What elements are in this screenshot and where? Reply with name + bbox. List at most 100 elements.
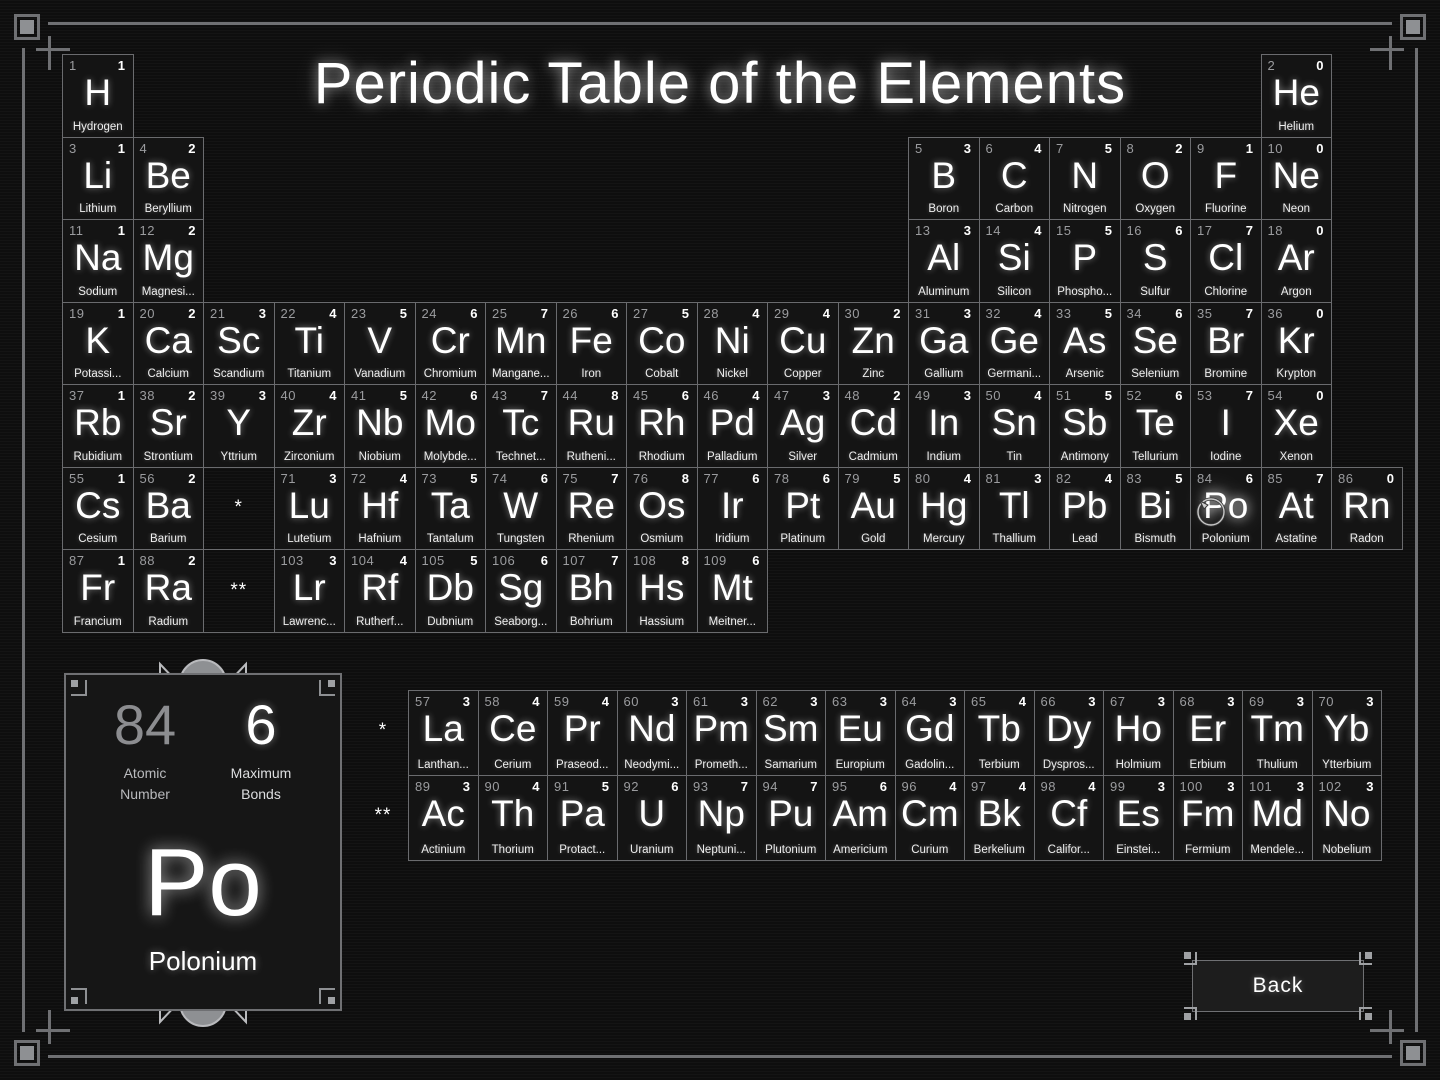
element-cell-la[interactable]: 57 3 La Lanthan... — [408, 690, 479, 776]
element-cell-th[interactable]: 90 4 Th Thorium — [477, 775, 548, 861]
element-cell-na[interactable]: 11 1 Na Sodium — [62, 219, 134, 303]
element-cell-te[interactable]: 52 6 Te Tellurium — [1119, 384, 1191, 468]
element-cell-rb[interactable]: 37 1 Rb Rubidium — [62, 384, 134, 468]
element-cell-k[interactable]: 19 1 K Potassi... — [62, 301, 134, 385]
element-cell-po[interactable]: 84 6 Po Polonium — [1190, 466, 1262, 550]
element-cell-ce[interactable]: 58 4 Ce Cerium — [477, 690, 548, 776]
element-cell-yb[interactable]: 70 3 Yb Ytterbium — [1311, 690, 1382, 776]
element-cell-er[interactable]: 68 3 Er Erbium — [1172, 690, 1243, 776]
element-cell-o[interactable]: 8 2 O Oxygen — [1119, 136, 1191, 220]
element-cell-ag[interactable]: 47 3 Ag Silver — [767, 384, 839, 468]
element-cell-s[interactable]: 16 6 S Sulfur — [1119, 219, 1191, 303]
element-cell-ho[interactable]: 67 3 Ho Holmium — [1103, 690, 1174, 776]
element-cell-dy[interactable]: 66 3 Dy Dyspros... — [1033, 690, 1104, 776]
element-cell-rn[interactable]: 86 0 Rn Radon — [1331, 466, 1403, 550]
element-cell-cs[interactable]: 55 1 Cs Cesium — [62, 466, 134, 550]
element-cell-rf[interactable]: 104 4 Rf Rutherf... — [344, 549, 416, 633]
element-cell-os[interactable]: 76 8 Os Osmium — [626, 466, 698, 550]
element-cell-no[interactable]: 102 3 No Nobelium — [1311, 775, 1382, 861]
element-cell-sn[interactable]: 50 4 Sn Tin — [978, 384, 1050, 468]
element-cell-pm[interactable]: 61 3 Pm Prometh... — [686, 690, 757, 776]
element-cell-pt[interactable]: 78 6 Pt Platinum — [767, 466, 839, 550]
element-cell-ne[interactable]: 10 0 Ne Neon — [1260, 136, 1332, 220]
element-cell-at[interactable]: 85 7 At Astatine — [1260, 466, 1332, 550]
element-cell-kr[interactable]: 36 0 Kr Krypton — [1260, 301, 1332, 385]
element-cell-cr[interactable]: 24 6 Cr Chromium — [414, 301, 486, 385]
element-cell-db[interactable]: 105 5 Db Dubnium — [414, 549, 486, 633]
element-cell-ru[interactable]: 44 8 Ru Rutheni... — [555, 384, 627, 468]
element-cell-bi[interactable]: 83 5 Bi Bismuth — [1119, 466, 1191, 550]
element-cell-br[interactable]: 35 7 Br Bromine — [1190, 301, 1262, 385]
element-cell-sr[interactable]: 38 2 Sr Strontium — [132, 384, 204, 468]
element-cell-pb[interactable]: 82 4 Pb Lead — [1049, 466, 1121, 550]
element-cell-bk[interactable]: 97 4 Bk Berkelium — [964, 775, 1035, 861]
element-cell-cm[interactable]: 96 4 Cm Curium — [894, 775, 965, 861]
element-cell-c[interactable]: 6 4 C Carbon — [978, 136, 1050, 220]
element-cell-w[interactable]: 74 6 W Tungsten — [485, 466, 557, 550]
element-cell-pr[interactable]: 59 4 Pr Praseod... — [547, 690, 618, 776]
element-cell-sm[interactable]: 62 3 Sm Samarium — [755, 690, 826, 776]
element-cell-ac[interactable]: 89 3 Ac Actinium — [408, 775, 479, 861]
element-cell-y[interactable]: 39 3 Y Yttrium — [203, 384, 275, 468]
element-cell-bh[interactable]: 107 7 Bh Bohrium — [555, 549, 627, 633]
element-cell-tb[interactable]: 65 4 Tb Terbium — [964, 690, 1035, 776]
element-cell-as[interactable]: 33 5 As Arsenic — [1049, 301, 1121, 385]
element-cell-be[interactable]: 4 2 Be Beryllium — [132, 136, 204, 220]
element-cell-he[interactable]: 2 0 He Helium — [1260, 54, 1332, 138]
element-cell-nb[interactable]: 41 5 Nb Niobium — [344, 384, 416, 468]
element-cell-es[interactable]: 99 3 Es Einstei... — [1103, 775, 1174, 861]
element-cell-ti[interactable]: 22 4 Ti Titanium — [273, 301, 345, 385]
element-cell-sc[interactable]: 21 3 Sc Scandium — [203, 301, 275, 385]
element-cell-b[interactable]: 5 3 B Boron — [908, 136, 980, 220]
element-cell-ni[interactable]: 28 4 Ni Nickel — [696, 301, 768, 385]
element-cell-se[interactable]: 34 6 Se Selenium — [1119, 301, 1191, 385]
element-cell-cd[interactable]: 48 2 Cd Cadmium — [837, 384, 909, 468]
element-cell-ir[interactable]: 77 6 Ir Iridium — [696, 466, 768, 550]
element-cell-ra[interactable]: 88 2 Ra Radium — [132, 549, 204, 633]
element-cell-fr[interactable]: 87 1 Fr Francium — [62, 549, 134, 633]
element-cell-v[interactable]: 23 5 V Vanadium — [344, 301, 416, 385]
element-cell-cf[interactable]: 98 4 Cf Califor... — [1033, 775, 1104, 861]
element-cell-tc[interactable]: 43 7 Tc Technet... — [485, 384, 557, 468]
element-cell-lr[interactable]: 103 3 Lr Lawrenc... — [273, 549, 345, 633]
element-cell-hs[interactable]: 108 8 Hs Hassium — [626, 549, 698, 633]
element-cell-tm[interactable]: 69 3 Tm Thulium — [1242, 690, 1313, 776]
element-cell-am[interactable]: 95 6 Am Americium — [825, 775, 896, 861]
back-button[interactable]: Back — [1184, 952, 1372, 1020]
element-cell-au[interactable]: 79 5 Au Gold — [837, 466, 909, 550]
element-cell-tl[interactable]: 81 3 Tl Thallium — [978, 466, 1050, 550]
element-cell-ca[interactable]: 20 2 Ca Calcium — [132, 301, 204, 385]
element-cell-nd[interactable]: 60 3 Nd Neodymi... — [616, 690, 687, 776]
element-cell-gd[interactable]: 64 3 Gd Gadolin... — [894, 690, 965, 776]
element-cell-al[interactable]: 13 3 Al Aluminum — [908, 219, 980, 303]
element-cell-rh[interactable]: 45 6 Rh Rhodium — [626, 384, 698, 468]
element-cell-mo[interactable]: 42 6 Mo Molybde... — [414, 384, 486, 468]
element-cell-h[interactable]: 1 1 H Hydrogen — [62, 54, 134, 138]
element-cell-zr[interactable]: 40 4 Zr Zirconium — [273, 384, 345, 468]
element-cell-mt[interactable]: 109 6 Mt Meitner... — [696, 549, 768, 633]
element-cell-hg[interactable]: 80 4 Hg Mercury — [908, 466, 980, 550]
element-cell-si[interactable]: 14 4 Si Silicon — [978, 219, 1050, 303]
element-cell-sg[interactable]: 106 6 Sg Seaborg... — [485, 549, 557, 633]
element-cell-re[interactable]: 75 7 Re Rhenium — [555, 466, 627, 550]
element-cell-co[interactable]: 27 5 Co Cobalt — [626, 301, 698, 385]
element-cell-i[interactable]: 53 7 I Iodine — [1190, 384, 1262, 468]
element-cell-zn[interactable]: 30 2 Zn Zinc — [837, 301, 909, 385]
element-cell-pa[interactable]: 91 5 Pa Protact... — [547, 775, 618, 861]
element-cell-mg[interactable]: 12 2 Mg Magnesi... — [132, 219, 204, 303]
element-cell-u[interactable]: 92 6 U Uranium — [616, 775, 687, 861]
element-cell-np[interactable]: 93 7 Np Neptuni... — [686, 775, 757, 861]
element-cell-mn[interactable]: 25 7 Mn Mangane... — [485, 301, 557, 385]
element-cell-pu[interactable]: 94 7 Pu Plutonium — [755, 775, 826, 861]
element-cell-pd[interactable]: 46 4 Pd Palladium — [696, 384, 768, 468]
element-cell-ga[interactable]: 31 3 Ga Gallium — [908, 301, 980, 385]
element-cell-eu[interactable]: 63 3 Eu Europium — [825, 690, 896, 776]
element-cell-ta[interactable]: 73 5 Ta Tantalum — [414, 466, 486, 550]
element-cell-sb[interactable]: 51 5 Sb Antimony — [1049, 384, 1121, 468]
element-cell-in[interactable]: 49 3 In Indium — [908, 384, 980, 468]
element-cell-md[interactable]: 101 3 Md Mendele... — [1242, 775, 1313, 861]
element-cell-fe[interactable]: 26 6 Fe Iron — [555, 301, 627, 385]
element-cell-n[interactable]: 7 5 N Nitrogen — [1049, 136, 1121, 220]
element-cell-ar[interactable]: 18 0 Ar Argon — [1260, 219, 1332, 303]
element-cell-xe[interactable]: 54 0 Xe Xenon — [1260, 384, 1332, 468]
